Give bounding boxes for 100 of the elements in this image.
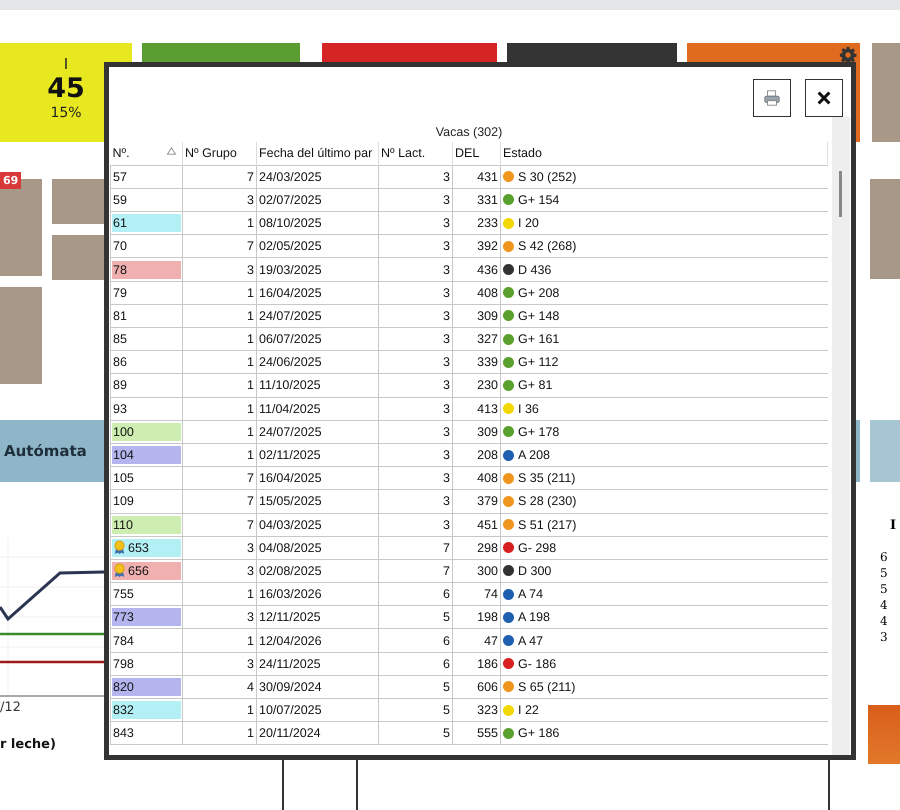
close-icon (815, 89, 833, 107)
table-cell-text: 89 (112, 377, 128, 394)
table-cell: 7 (182, 513, 256, 536)
table-cell: 3 (378, 420, 452, 444)
status-text: G+ 208 (518, 284, 560, 301)
status-text: A 47 (518, 632, 544, 649)
status-text: G- 298 (518, 540, 556, 556)
table-cell-text: 57 (112, 168, 128, 186)
table-cell: 3 (378, 281, 452, 304)
table-cell: 208 (452, 443, 500, 467)
tile (868, 705, 900, 764)
scrollbar[interactable] (832, 117, 850, 755)
status-text: A 208 (518, 447, 550, 464)
table-cell: 3 (378, 350, 452, 374)
settings-icon[interactable] (839, 46, 857, 64)
table-cell-text: 81 (112, 308, 128, 325)
table-cell: 3 (378, 258, 452, 282)
table-cell: 06/07/2025 (256, 328, 378, 351)
table-cell: 02/08/2025 (256, 559, 378, 583)
table-cell: 02/07/2025 (256, 188, 378, 212)
status-text: G+ 112 (518, 354, 558, 370)
table-cell: 1 (182, 443, 256, 467)
table-cell: 6 (378, 628, 452, 652)
table-cell: 298 (452, 536, 500, 560)
table-cell: 3 (378, 234, 452, 258)
table-cell: 186 (452, 652, 500, 676)
table-cell: 3 (378, 165, 452, 188)
table-cell: 3 (378, 328, 452, 351)
table-cell: 653 (112, 538, 181, 557)
table-cell: 02/05/2025 (256, 234, 378, 258)
table-cell: 24/11/2025 (256, 652, 378, 676)
table-cell: 7 (182, 466, 256, 490)
column-header[interactable]: Nº. (110, 142, 182, 166)
table-cell: 656 (112, 562, 181, 580)
table-cell: 1 (182, 350, 256, 374)
table-cell: 4 (182, 675, 256, 698)
axis-value: 5 (880, 581, 889, 597)
table-cell: 300 (452, 559, 500, 583)
table-cell-text: 843 (112, 725, 135, 742)
table-cell: 5 (378, 722, 452, 745)
table-cell-text: 85 (112, 331, 128, 348)
table-cell: 408 (452, 466, 500, 490)
column-header[interactable]: Nº Grupo (182, 142, 256, 166)
table-cell: 1 (182, 304, 256, 328)
table-cell: 04/08/2025 (256, 536, 378, 560)
table-cell: 606 (452, 675, 500, 698)
table-cell: 16/04/2025 (256, 281, 378, 304)
column-header[interactable]: Estado (500, 142, 828, 166)
table-cell: 555 (452, 722, 500, 745)
axis-value: 4 (880, 613, 889, 629)
table-cell: 1 (182, 281, 256, 304)
column-header[interactable]: DEL (452, 142, 500, 166)
table-cell-text: 70 (112, 238, 128, 256)
table-cell-text: 79 (112, 284, 128, 302)
column-header[interactable]: Nº Lact. (378, 142, 452, 166)
table-cell: 3 (378, 374, 452, 398)
print-button[interactable] (753, 79, 791, 117)
table-cell: 24/07/2025 (256, 304, 378, 328)
table-cell: 198 (452, 606, 500, 629)
table-cell: 820 (112, 678, 181, 696)
table-cell: 431 (452, 165, 500, 188)
table-cell: 3 (378, 490, 452, 513)
tile-count: 45 (47, 73, 85, 105)
axis-label: /12 (0, 700, 22, 715)
table-cell-text: 93 (112, 400, 128, 418)
table-cell: 7 (378, 536, 452, 560)
card (52, 179, 105, 224)
close-button[interactable] (805, 79, 843, 117)
status-text: G+ 178 (518, 424, 560, 440)
table-cell: 327 (452, 328, 500, 351)
table-cell: 3 (378, 212, 452, 235)
table-cell-text: 755 (112, 586, 135, 604)
table-cell: 1 (182, 582, 256, 606)
table-cell: 15/05/2025 (256, 490, 378, 513)
status-text: G+ 154 (518, 192, 560, 208)
table-cell: 08/10/2025 (256, 212, 378, 235)
table-cell: 1 (182, 722, 256, 745)
table-cell: 5 (378, 675, 452, 698)
table-cell: 12/04/2026 (256, 628, 378, 652)
section-header (870, 420, 900, 482)
table-cell: 1 (182, 420, 256, 444)
table-cell: 323 (452, 698, 500, 722)
table-cell-text: 105 (112, 470, 135, 488)
table-cell: 379 (452, 490, 500, 513)
table-cell-text: 59 (112, 192, 128, 209)
status-text: G+ 148 (518, 308, 560, 324)
table-cell: 12/11/2025 (256, 606, 378, 629)
table-cell: 3 (182, 652, 256, 676)
table-cell: 6 (378, 582, 452, 606)
table-cell: 1 (182, 397, 256, 420)
status-text: A 74 (518, 586, 544, 602)
section-title: Autómata (4, 442, 87, 460)
printer-icon (763, 89, 781, 107)
status-text: I 22 (518, 702, 539, 718)
table-cell: 74 (452, 582, 500, 606)
table-cell: 309 (452, 304, 500, 328)
column-header[interactable]: Fecha del último par (256, 142, 378, 166)
table-cell: 110 (112, 516, 181, 534)
status-text: G+ 186 (518, 725, 560, 742)
table-cell: 3 (182, 606, 256, 629)
